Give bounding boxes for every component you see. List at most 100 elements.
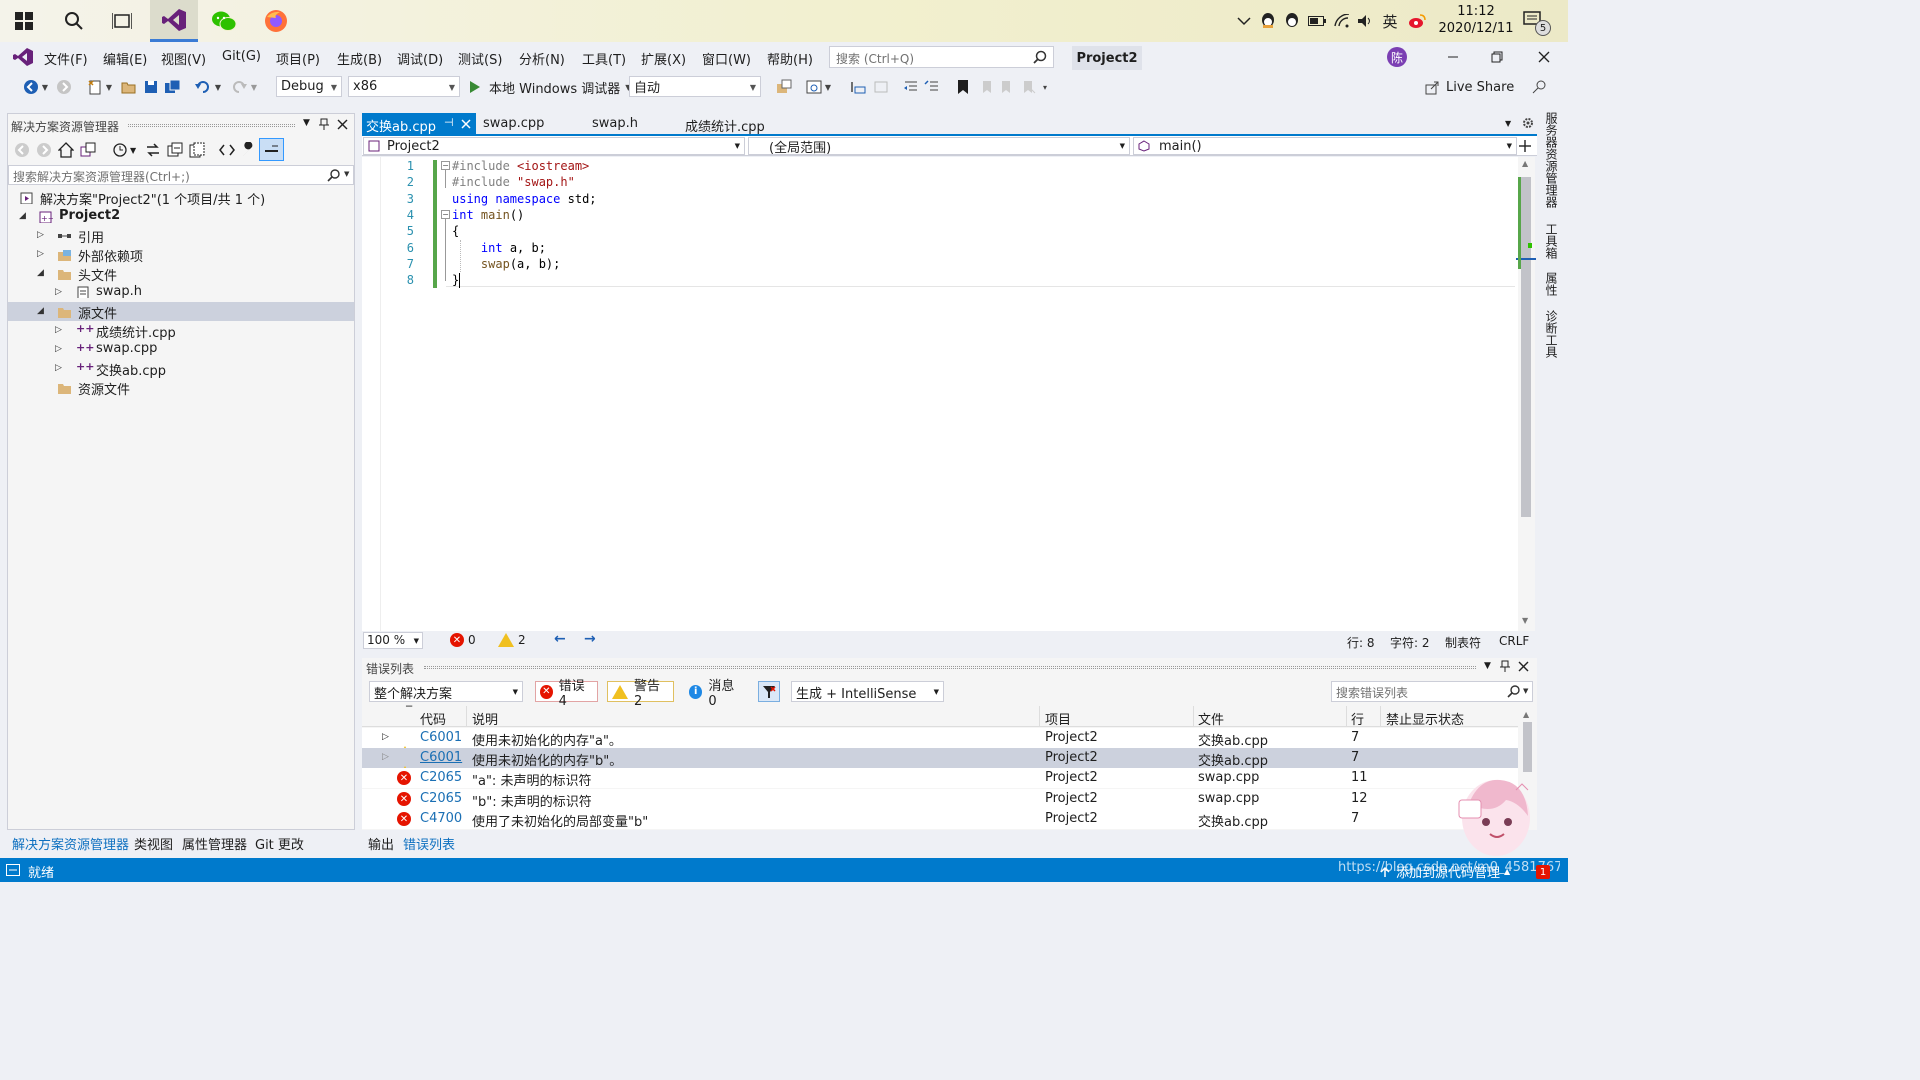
clock[interactable]: 11:12 2020/12/11 bbox=[1436, 4, 1516, 36]
tab-swap-cpp[interactable]: swap.cpp bbox=[479, 113, 548, 135]
col-header-file[interactable]: 文件 bbox=[1198, 709, 1224, 728]
tree-project[interactable]: ◢ ++ Project2 bbox=[8, 207, 354, 226]
error-row[interactable]: ▷ C6001 使用未初始化的内存"b"。 Project2 交换ab.cpp … bbox=[362, 748, 1518, 780]
scroll-up-icon[interactable]: ▲ bbox=[1522, 159, 1528, 168]
pin-icon[interactable] bbox=[1499, 660, 1511, 672]
error-row[interactable]: ▷ C6001 使用未初始化的内存"a"。 Project2 交换ab.cpp … bbox=[362, 728, 1518, 760]
col-header-project[interactable]: 项目 bbox=[1045, 709, 1071, 728]
scrollbar-thumb[interactable] bbox=[1523, 722, 1532, 772]
menu-debug[interactable]: 调试(D) bbox=[397, 49, 443, 68]
close-icon[interactable] bbox=[337, 119, 348, 130]
col-header-description[interactable]: 说明 bbox=[472, 709, 498, 728]
task-view-button[interactable] bbox=[98, 0, 146, 42]
menu-tools[interactable]: 工具(T) bbox=[582, 49, 626, 68]
scope-combo[interactable]: 整个解决方案 ▼ bbox=[369, 681, 523, 702]
forward-icon[interactable] bbox=[36, 142, 52, 158]
pending-changes-filter-icon[interactable] bbox=[112, 142, 128, 158]
weibo-icon[interactable] bbox=[1408, 12, 1426, 30]
volume-icon[interactable] bbox=[1356, 12, 1374, 30]
tab-property-manager[interactable]: 属性管理器 bbox=[182, 834, 247, 853]
zoom-combo[interactable]: 100 % ▼ bbox=[363, 632, 423, 649]
next-issue-arrow-icon[interactable]: → bbox=[584, 631, 596, 647]
undo-dropdown[interactable]: ▼ bbox=[213, 78, 223, 96]
next-bookmark-button[interactable] bbox=[998, 78, 1016, 96]
find-in-files-button[interactable] bbox=[775, 78, 793, 96]
tab-toolbox[interactable]: 工具箱 bbox=[1543, 223, 1560, 259]
qq-icon[interactable] bbox=[1259, 12, 1277, 30]
tree-file-swap-cpp[interactable]: ▷ ++ swap.cpp bbox=[8, 340, 354, 359]
menu-extensions[interactable]: 扩展(X) bbox=[641, 49, 686, 68]
expanded-arrow-icon[interactable]: ◢ bbox=[37, 268, 44, 278]
show-all-files-icon[interactable] bbox=[189, 142, 205, 158]
tab-properties[interactable]: 属性 bbox=[1543, 272, 1560, 296]
close-tab-icon[interactable] bbox=[461, 119, 471, 129]
redo-dropdown[interactable]: ▼ bbox=[249, 78, 259, 96]
error-code-link[interactable]: C4700 bbox=[420, 811, 462, 826]
outdent-button[interactable] bbox=[902, 78, 920, 96]
nav-project-combo[interactable]: Project2 ▼ bbox=[363, 137, 745, 155]
back-icon[interactable] bbox=[14, 142, 30, 158]
comment-button[interactable] bbox=[923, 78, 941, 96]
ime-icon[interactable]: 英 bbox=[1381, 12, 1399, 31]
tab-swapab-cpp[interactable]: 交换ab.cpp ⊣ bbox=[362, 113, 476, 135]
error-row[interactable]: ✕ C4700 使用了未初始化的局部变量"b" Project2 交换ab.cp… bbox=[362, 809, 1518, 830]
tree-file-cjtj[interactable]: ▷ ++ 成绩统计.cpp bbox=[8, 321, 354, 341]
solution-platform-combo[interactable]: x86 ▼ bbox=[348, 76, 460, 97]
feedback-button[interactable] bbox=[1530, 78, 1548, 96]
panel-menu-dropdown[interactable]: ▼ bbox=[1484, 661, 1491, 671]
menu-window[interactable]: 窗口(W) bbox=[702, 49, 751, 68]
preview-selected-button[interactable] bbox=[259, 138, 284, 161]
filter-current-doc-button[interactable] bbox=[758, 681, 780, 702]
error-code-link[interactable]: C6001 bbox=[420, 750, 462, 765]
nav-member-combo[interactable]: main() ▼ bbox=[1133, 137, 1517, 155]
expanded-arrow-icon[interactable]: ◢ bbox=[19, 211, 26, 221]
tree-solution[interactable]: 解决方案"Project2"(1 个项目/共 1 个) bbox=[8, 188, 354, 208]
indent-mode[interactable]: 制表符 bbox=[1445, 634, 1481, 651]
tab-swap-h[interactable]: swap.h bbox=[588, 113, 642, 135]
nav-scope-combo[interactable]: (全局范围) ▼ bbox=[748, 137, 1130, 156]
step-into-button[interactable] bbox=[849, 78, 867, 96]
wechat-taskbar-button[interactable] bbox=[200, 0, 248, 42]
error-code-link[interactable]: C2065 bbox=[420, 770, 462, 785]
panel-menu-dropdown[interactable]: ▼ bbox=[303, 118, 310, 128]
notification-bell-icon[interactable]: 1 bbox=[1536, 865, 1550, 879]
menu-help[interactable]: 帮助(H) bbox=[767, 49, 813, 68]
back-dropdown[interactable]: ▼ bbox=[40, 78, 50, 96]
close-icon[interactable] bbox=[1518, 661, 1529, 672]
auto-combo[interactable]: 自动 ▼ bbox=[629, 76, 761, 97]
toolbar-overflow[interactable]: ▾ bbox=[1040, 78, 1050, 96]
search-taskbar-button[interactable] bbox=[50, 0, 98, 42]
start-button[interactable] bbox=[0, 0, 48, 42]
close-button[interactable] bbox=[1538, 51, 1550, 63]
collapsed-arrow-icon[interactable]: ▷ bbox=[55, 344, 62, 354]
errors-filter-toggle[interactable]: ✕ 错误 4 bbox=[535, 679, 598, 709]
search-input[interactable]: 搜索 (Ctrl+Q) bbox=[829, 46, 1054, 68]
save-all-button[interactable] bbox=[164, 78, 182, 96]
visual-studio-taskbar-button[interactable] bbox=[150, 0, 198, 42]
home-icon[interactable] bbox=[58, 142, 74, 158]
wifi-icon[interactable] bbox=[1333, 12, 1351, 30]
error-row[interactable]: ✕ C2065 "b": 未声明的标识符 Project2 swap.cpp 1… bbox=[362, 789, 1518, 810]
wrench-icon[interactable] bbox=[241, 142, 257, 158]
collapsed-arrow-icon[interactable]: ▷ bbox=[55, 325, 62, 335]
menu-build[interactable]: 生成(B) bbox=[337, 49, 382, 68]
error-row[interactable]: ✕ C2065 "a": 未声明的标识符 Project2 swap.cpp 1… bbox=[362, 768, 1518, 789]
error-search-input[interactable]: 搜索错误列表 ▼ bbox=[1331, 681, 1533, 702]
collapse-region-icon[interactable]: − bbox=[441, 161, 450, 170]
scroll-up-icon[interactable]: ▲ bbox=[1523, 710, 1529, 719]
tab-output[interactable]: 输出 bbox=[368, 834, 394, 853]
forward-button[interactable] bbox=[55, 78, 73, 96]
tree-external-deps[interactable]: ▷ 外部依赖项 bbox=[8, 245, 354, 265]
line-ending[interactable]: CRLF bbox=[1499, 634, 1529, 648]
minimize-button[interactable] bbox=[1446, 49, 1460, 63]
menu-analyze[interactable]: 分析(N) bbox=[519, 49, 565, 68]
menu-file[interactable]: 文件(F) bbox=[44, 49, 88, 68]
switch-views-icon[interactable] bbox=[80, 142, 96, 158]
gear-icon[interactable] bbox=[1522, 117, 1534, 129]
tree-references[interactable]: ▷ 引用 bbox=[8, 226, 354, 246]
undo-button[interactable] bbox=[194, 78, 212, 96]
add-to-source-control-button[interactable]: 添加到源代码管理 ▲ bbox=[1379, 862, 1510, 881]
tab-server-explorer[interactable]: 服务器资源管理器 bbox=[1543, 112, 1560, 208]
code-editor[interactable] bbox=[362, 157, 1518, 631]
collapsed-arrow-icon[interactable]: ▷ bbox=[37, 249, 44, 259]
